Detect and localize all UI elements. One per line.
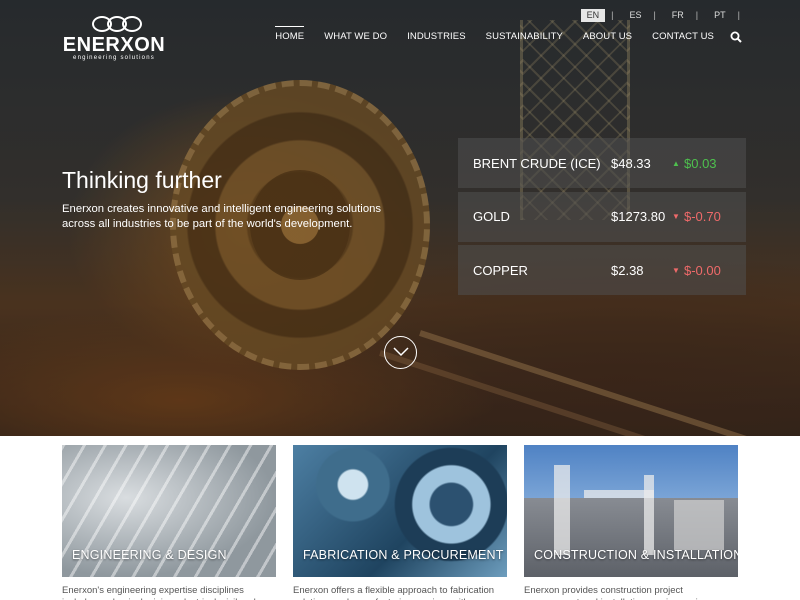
nav-contact-us[interactable]: CONTACT US bbox=[652, 30, 714, 43]
commodity-name: BRENT CRUDE (ICE) bbox=[473, 155, 601, 171]
commodity-price: $1273.80 bbox=[611, 209, 666, 224]
language-switcher: EN | ES | FR | PT | bbox=[571, 9, 740, 22]
language-separator: | bbox=[611, 10, 614, 20]
service-description: Enerxon offers a flexible approach to fa… bbox=[293, 585, 504, 600]
commodity-name: GOLD bbox=[473, 209, 510, 224]
language-fr[interactable]: FR bbox=[666, 9, 690, 22]
commodity-price: $48.33 bbox=[611, 155, 651, 171]
language-separator: | bbox=[653, 10, 656, 20]
main-nav: HOME WHAT WE DO INDUSTRIES SUSTAINABILIT… bbox=[255, 26, 742, 43]
service-image-construction[interactable]: CONSTRUCTION & INSTALLATION bbox=[524, 445, 738, 577]
arrow-down-icon: ▼ bbox=[672, 265, 680, 275]
language-separator: | bbox=[737, 10, 740, 20]
logo-subtitle: engineering solutions bbox=[73, 55, 155, 61]
language-en[interactable]: EN bbox=[580, 9, 606, 22]
language-pt[interactable]: PT bbox=[708, 9, 732, 22]
service-description: Enerxon provides construction project ma… bbox=[524, 585, 708, 600]
hero-banner: ENERXON engineering solutions EN | ES | … bbox=[0, 0, 800, 436]
hero-title: Thinking further bbox=[62, 167, 222, 193]
service-title[interactable]: FABRICATION & PROCUREMENT bbox=[303, 548, 504, 562]
search-icon[interactable] bbox=[730, 31, 742, 43]
logo-text: ENERXON bbox=[62, 34, 166, 56]
scroll-down-button[interactable] bbox=[384, 336, 417, 369]
ticker-row: GOLD $1273.80 ▼ $-0.70 bbox=[458, 191, 746, 242]
arrow-up-icon: ▲ bbox=[672, 158, 680, 168]
nav-about-us[interactable]: ABOUT US bbox=[583, 30, 632, 43]
logo[interactable]: ENERXON engineering solutions bbox=[62, 16, 166, 62]
language-es[interactable]: ES bbox=[623, 9, 647, 22]
nav-industries[interactable]: INDUSTRIES bbox=[407, 30, 466, 43]
service-title[interactable]: ENGINEERING & DESIGN bbox=[72, 548, 227, 562]
service-card-construction[interactable]: CONSTRUCTION & INSTALLATION Enerxon prov… bbox=[524, 445, 738, 600]
arrow-down-icon: ▼ bbox=[672, 212, 680, 221]
language-separator: | bbox=[695, 10, 699, 20]
commodity-ticker: BRENT CRUDE (ICE) $48.33 ▲ $0.03 GOLD $1… bbox=[458, 138, 746, 299]
commodity-change: $0.03 bbox=[684, 155, 717, 171]
commodity-change: $-0.70 bbox=[684, 209, 721, 224]
logo-rings-icon bbox=[92, 16, 142, 34]
service-image-engineering[interactable]: ENGINEERING & DESIGN bbox=[62, 445, 276, 577]
hero-description: Enerxon creates innovative and intellige… bbox=[62, 203, 382, 230]
service-card-fabrication[interactable]: FABRICATION & PROCUREMENT Enerxon offers… bbox=[293, 445, 507, 600]
commodity-change: $-0.00 bbox=[684, 262, 721, 278]
service-card-engineering[interactable]: ENGINEERING & DESIGN Enerxon's engineeri… bbox=[62, 445, 276, 600]
nav-sustainability[interactable]: SUSTAINABILITY bbox=[486, 30, 563, 43]
ticker-row: COPPER $2.38 ▼ $-0.00 bbox=[458, 245, 746, 295]
commodity-price: $2.38 bbox=[611, 262, 644, 278]
ticker-row: BRENT CRUDE (ICE) $48.33 ▲ $0.03 bbox=[458, 138, 746, 188]
nav-what-we-do[interactable]: WHAT WE DO bbox=[324, 30, 387, 43]
chevron-down-icon bbox=[393, 347, 409, 357]
nav-home[interactable]: HOME bbox=[275, 26, 305, 43]
commodity-name: COPPER bbox=[473, 262, 528, 278]
service-title[interactable]: CONSTRUCTION & INSTALLATION bbox=[534, 548, 738, 562]
service-description: Enerxon's engineering expertise discipli… bbox=[62, 585, 256, 600]
service-image-fabrication[interactable]: FABRICATION & PROCUREMENT bbox=[293, 445, 507, 577]
